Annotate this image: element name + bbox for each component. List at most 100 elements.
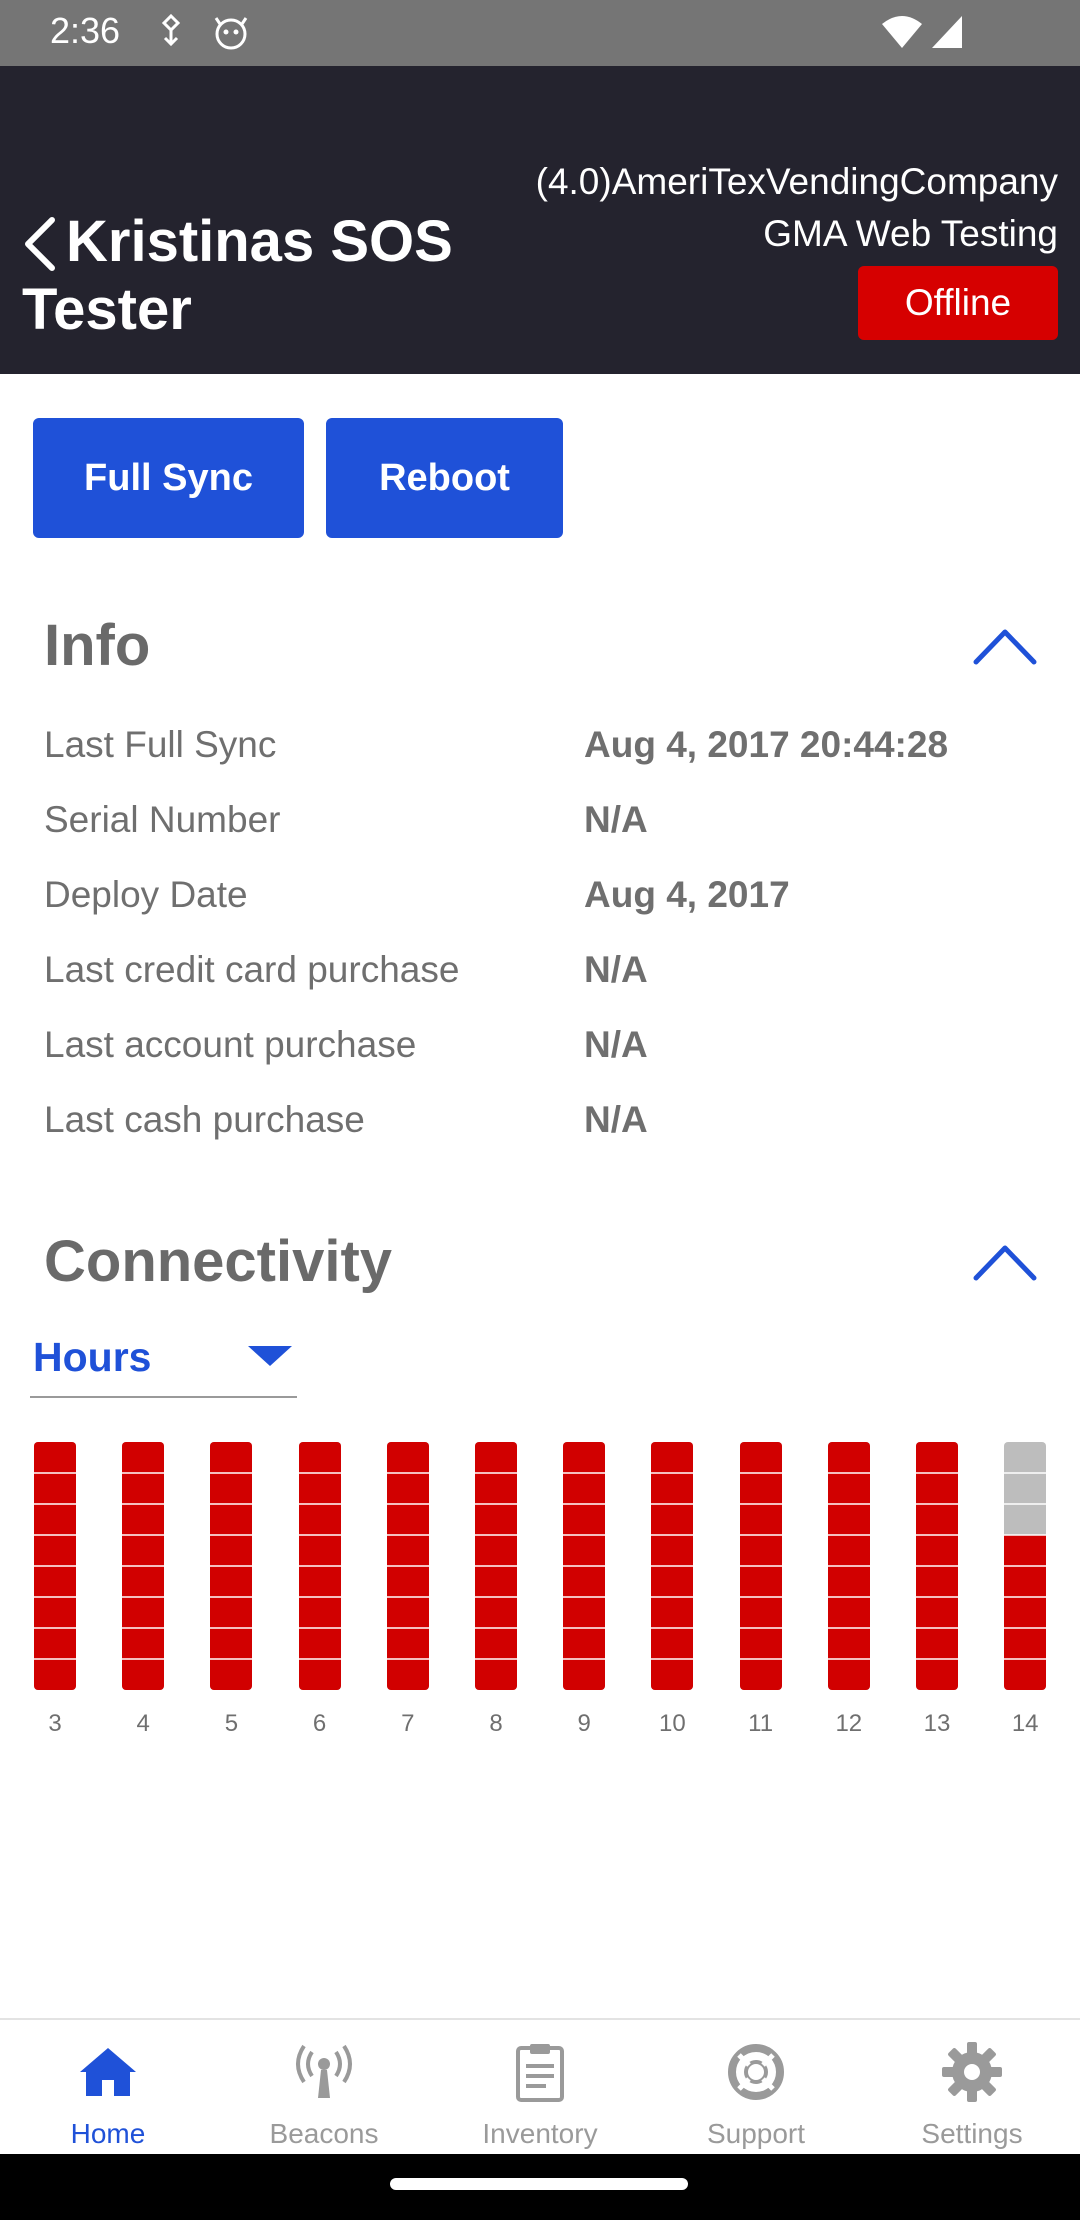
x-tick-label: 3 <box>48 1710 62 1737</box>
bar-segment-divider <box>739 1565 782 1567</box>
x-tick-label: 13 <box>923 1710 951 1737</box>
full-sync-button[interactable]: Full Sync <box>33 418 304 538</box>
bar-segment-divider <box>34 1627 76 1629</box>
bar-segment-divider <box>1004 1503 1047 1505</box>
connectivity-bar <box>210 1442 253 1690</box>
home-gesture-handle[interactable] <box>390 2178 688 2190</box>
x-tick-label: 4 <box>136 1710 150 1737</box>
info-value: Aug 4, 2017 <box>584 874 790 915</box>
info-label: Last account purchase <box>44 1024 417 1065</box>
info-row-last-account-purchase: Last account purchase N/A <box>44 1024 1044 1084</box>
bar-segment-divider <box>298 1658 341 1660</box>
bar-segment-divider <box>563 1627 606 1629</box>
bar-segment-divider <box>651 1472 694 1474</box>
company-info: (4.0)AmeriTexVendingCompany GMA Web Test… <box>536 156 1058 260</box>
bar-segment-divider <box>827 1565 870 1567</box>
x-tick-label: 9 <box>577 1710 591 1737</box>
bar-segment-divider <box>386 1534 429 1536</box>
bottom-nav: Home Beacons Inventory Support Settings <box>0 2018 1080 2154</box>
android-face-icon <box>214 17 248 50</box>
connectivity-bar <box>827 1442 870 1690</box>
nav-item-support[interactable]: Support <box>648 2020 864 2156</box>
x-tick-label: 7 <box>401 1710 415 1737</box>
bar-segment-divider <box>475 1534 517 1536</box>
caret-down-icon <box>248 1346 292 1366</box>
bar-segment-divider <box>298 1503 341 1505</box>
bar-segment-divider <box>651 1503 694 1505</box>
bar-segment-divider <box>563 1596 606 1598</box>
nav-item-settings[interactable]: Settings <box>864 2020 1080 2156</box>
bar-segment-divider <box>34 1565 76 1567</box>
x-tick-label: 8 <box>489 1710 503 1737</box>
clipboard-icon <box>516 2044 564 2102</box>
connectivity-bar <box>386 1442 429 1690</box>
bar-segment-divider <box>122 1627 165 1629</box>
reboot-button[interactable]: Reboot <box>326 418 563 538</box>
bar-segment-divider <box>34 1658 76 1660</box>
info-value: N/A <box>584 949 648 990</box>
bar-segment-divider <box>210 1596 253 1598</box>
connectivity-bar <box>1004 1442 1047 1690</box>
connectivity-bar-fill <box>1004 1535 1047 1690</box>
info-row-last-cash-purchase: Last cash purchase N/A <box>44 1099 1044 1159</box>
bar-segment-divider <box>1004 1472 1047 1474</box>
bar-segment-divider <box>210 1627 253 1629</box>
bar-segment-divider <box>386 1596 429 1598</box>
info-section-title: Info <box>44 613 151 678</box>
connectivity-bar <box>563 1442 606 1690</box>
x-tick-label: 12 <box>835 1710 863 1737</box>
bar-segment-divider <box>34 1503 76 1505</box>
bar-segment-divider <box>827 1503 870 1505</box>
bar-segment-divider <box>386 1658 429 1660</box>
bar-segment-divider <box>34 1472 76 1474</box>
time-range-selected: Hours <box>33 1334 152 1380</box>
connectivity-bar <box>475 1442 517 1690</box>
bar-segment-divider <box>298 1596 341 1598</box>
bar-segment-divider <box>739 1596 782 1598</box>
bar-segment-divider <box>210 1472 253 1474</box>
connectivity-collapse-chevron-icon[interactable] <box>972 1242 1038 1282</box>
bar-segment-divider <box>563 1503 606 1505</box>
company-subtitle: GMA Web Testing <box>763 213 1058 254</box>
bar-segment-divider <box>739 1534 782 1536</box>
time-range-dropdown[interactable]: Hours <box>30 1320 297 1398</box>
info-collapse-chevron-icon[interactable] <box>972 626 1038 666</box>
usb-debug-icon <box>161 14 181 47</box>
nav-item-beacons[interactable]: Beacons <box>216 2020 432 2156</box>
nav-item-home[interactable]: Home <box>0 2020 216 2156</box>
bar-segment-divider <box>122 1565 165 1567</box>
connectivity-bar <box>122 1442 165 1690</box>
bar-segment-divider <box>916 1627 958 1629</box>
info-label: Last Full Sync <box>44 724 277 765</box>
bar-segment-divider <box>916 1565 958 1567</box>
gesture-navigation-bar <box>0 2154 1080 2220</box>
nav-label: Beacons <box>269 2118 379 2149</box>
bar-segment-divider <box>916 1503 958 1505</box>
bar-segment-divider <box>298 1565 341 1567</box>
info-value: N/A <box>584 799 648 840</box>
signal-icon <box>932 16 962 48</box>
bar-segment-divider <box>386 1503 429 1505</box>
nav-label: Support <box>706 2118 806 2149</box>
lifebuoy-icon <box>728 2044 784 2100</box>
app-header: Kristinas SOS Tester (4.0)AmeriTexVendin… <box>0 66 1080 374</box>
info-row-serial-number: Serial Number N/A <box>44 799 1044 859</box>
bar-segment-divider <box>386 1472 429 1474</box>
nav-label: Home <box>70 2118 146 2149</box>
page-title: Kristinas SOS Tester <box>22 209 453 342</box>
connectivity-bar <box>651 1442 694 1690</box>
connectivity-bar <box>298 1442 341 1690</box>
bar-segment-divider <box>651 1627 694 1629</box>
bar-segment-divider <box>210 1565 253 1567</box>
x-tick-label: 14 <box>1011 1710 1039 1737</box>
bar-segment-divider <box>916 1472 958 1474</box>
bar-segment-divider <box>122 1534 165 1536</box>
info-label: Deploy Date <box>44 874 248 915</box>
bar-segment-divider <box>916 1658 958 1660</box>
bar-segment-divider <box>34 1534 76 1536</box>
info-row-last-credit-card-purchase: Last credit card purchase N/A <box>44 949 1044 1009</box>
beacon-icon <box>296 2044 352 2098</box>
nav-item-inventory[interactable]: Inventory <box>432 2020 648 2156</box>
info-label: Last cash purchase <box>44 1099 365 1140</box>
gear-icon <box>942 2042 1002 2102</box>
